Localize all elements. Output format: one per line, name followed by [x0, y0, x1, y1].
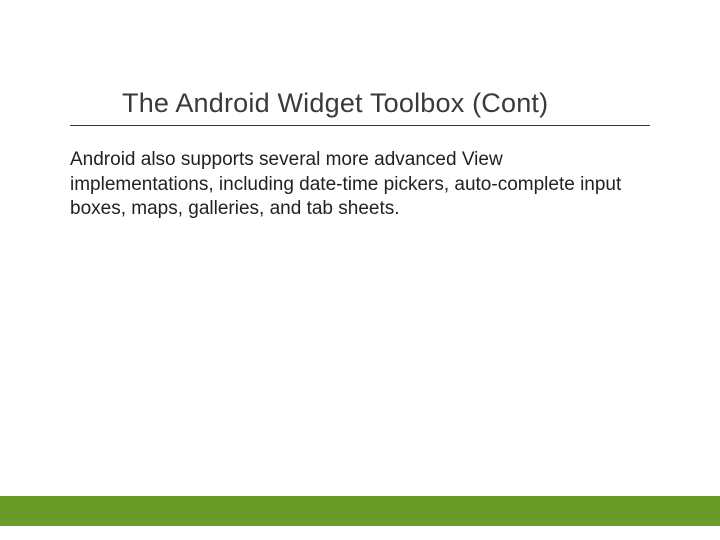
title-area: The Android Widget Toolbox (Cont) [70, 88, 650, 126]
slide-body-text: Android also supports several more advan… [70, 148, 650, 222]
slide: The Android Widget Toolbox (Cont) Androi… [0, 0, 720, 540]
slide-title: The Android Widget Toolbox (Cont) [122, 88, 650, 119]
body-area: Android also supports several more advan… [70, 148, 650, 222]
footer-bar [0, 496, 720, 526]
